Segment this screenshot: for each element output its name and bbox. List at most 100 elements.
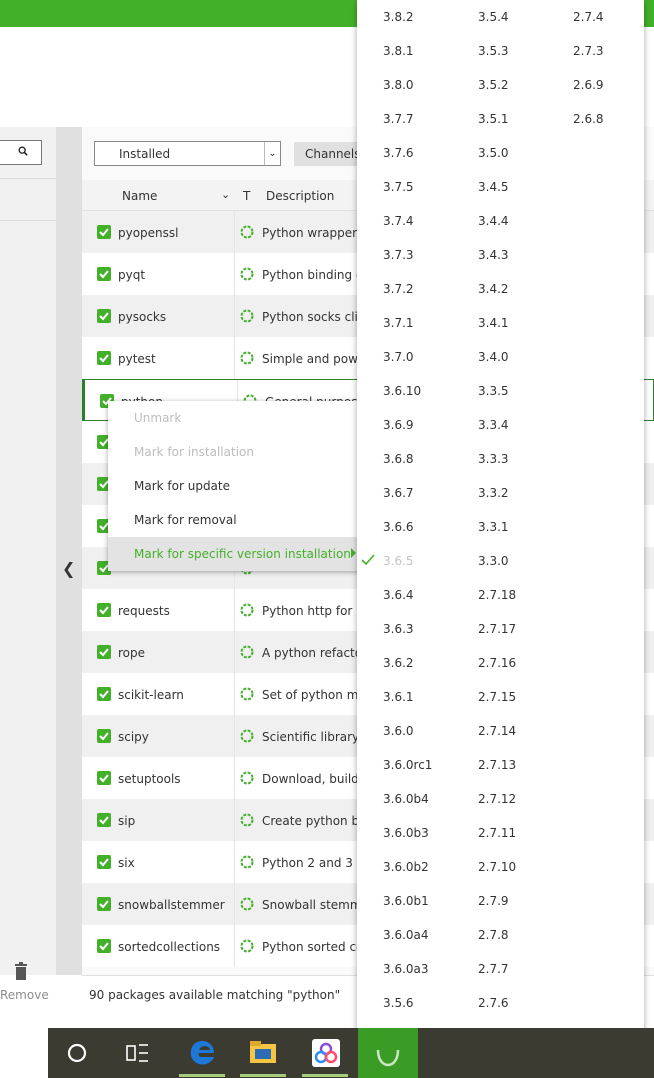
- column-header-type[interactable]: T: [243, 189, 250, 203]
- installed-checkbox[interactable]: [97, 939, 111, 953]
- version-option[interactable]: 3.3.1: [478, 520, 509, 534]
- version-option[interactable]: 3.8.0: [383, 78, 414, 92]
- version-option[interactable]: 2.7.11: [478, 826, 516, 840]
- version-option[interactable]: 2.7.6: [478, 996, 509, 1010]
- column-header-name[interactable]: Name: [122, 189, 157, 203]
- version-option[interactable]: 2.6.8: [573, 112, 604, 126]
- version-option[interactable]: 2.7.17: [478, 622, 516, 636]
- installed-checkbox[interactable]: [97, 897, 111, 911]
- version-option[interactable]: 2.7.15: [478, 690, 516, 704]
- installed-checkbox[interactable]: [97, 813, 111, 827]
- version-option[interactable]: 3.6.3: [383, 622, 414, 636]
- version-option[interactable]: 3.6.0b4: [383, 792, 429, 806]
- version-option[interactable]: 2.7.13: [478, 758, 516, 772]
- version-option[interactable]: 3.8.2: [383, 10, 414, 24]
- version-option[interactable]: 3.4.2: [478, 282, 509, 296]
- version-option[interactable]: 2.7.14: [478, 724, 516, 738]
- installed-checkbox[interactable]: [97, 603, 111, 617]
- version-option[interactable]: 3.4.1: [478, 316, 509, 330]
- version-option[interactable]: 3.8.1: [383, 44, 414, 58]
- version-option[interactable]: 3.6.2: [383, 656, 414, 670]
- version-option[interactable]: 3.6.0rc1: [383, 758, 432, 772]
- anaconda-icon[interactable]: [375, 1048, 401, 1068]
- installed-checkbox[interactable]: [97, 687, 111, 701]
- version-option[interactable]: 3.6.0b3: [383, 826, 429, 840]
- version-option[interactable]: 2.7.3: [573, 44, 604, 58]
- version-option[interactable]: 3.6.0: [383, 724, 414, 738]
- version-option[interactable]: 3.5.2: [478, 78, 509, 92]
- package-filter-select[interactable]: Installed ⌄: [94, 141, 281, 166]
- version-option[interactable]: 2.6.9: [573, 78, 604, 92]
- version-option[interactable]: 3.7.4: [383, 214, 414, 228]
- version-option[interactable]: 3.6.10: [383, 384, 421, 398]
- version-option[interactable]: 3.5.1: [478, 112, 509, 126]
- version-option[interactable]: 3.7.7: [383, 112, 414, 126]
- menu-item-mark-for-specific-version[interactable]: Mark for specific version installation: [108, 537, 370, 571]
- version-option[interactable]: 2.7.16: [478, 656, 516, 670]
- version-option[interactable]: 2.7.12: [478, 792, 516, 806]
- version-option[interactable]: 2.7.7: [478, 962, 509, 976]
- sort-chevron-icon[interactable]: ⌄: [221, 188, 230, 201]
- version-option[interactable]: 3.6.1: [383, 690, 414, 704]
- version-option[interactable]: 3.6.4: [383, 588, 414, 602]
- version-option[interactable]: 3.5.0: [478, 146, 509, 160]
- version-option[interactable]: 2.7.4: [573, 10, 604, 24]
- version-option[interactable]: 3.7.1: [383, 316, 414, 330]
- trash-icon[interactable]: [13, 962, 29, 980]
- column-header-description[interactable]: Description: [266, 189, 334, 203]
- version-option[interactable]: 3.4.4: [478, 214, 509, 228]
- cortana-icon[interactable]: [66, 1042, 88, 1064]
- version-option[interactable]: 3.6.0b2: [383, 860, 429, 874]
- file-explorer-icon[interactable]: [249, 1040, 277, 1064]
- version-option[interactable]: 3.7.2: [383, 282, 414, 296]
- version-option[interactable]: 3.3.5: [478, 384, 509, 398]
- version-option[interactable]: 2.7.10: [478, 860, 516, 874]
- version-option[interactable]: 3.6.0b1: [383, 894, 429, 908]
- menu-item-unmark[interactable]: Unmark: [108, 401, 370, 435]
- chevron-down-icon[interactable]: ⌄: [264, 142, 280, 165]
- app-icon[interactable]: [311, 1038, 341, 1068]
- version-option[interactable]: 3.6.6: [383, 520, 414, 534]
- version-option[interactable]: 3.6.9: [383, 418, 414, 432]
- installed-checkbox[interactable]: [97, 855, 111, 869]
- version-option[interactable]: 3.6.0a3: [383, 962, 429, 976]
- version-option[interactable]: 2.7.8: [478, 928, 509, 942]
- edge-icon[interactable]: [189, 1039, 215, 1067]
- task-view-icon[interactable]: [126, 1042, 150, 1064]
- version-option[interactable]: 3.5.3: [478, 44, 509, 58]
- channels-button[interactable]: Channels: [294, 142, 364, 166]
- installed-checkbox[interactable]: [97, 309, 111, 323]
- version-option[interactable]: 3.3.4: [478, 418, 509, 432]
- installed-checkbox[interactable]: [97, 225, 111, 239]
- version-option[interactable]: 3.3.3: [478, 452, 509, 466]
- installed-checkbox[interactable]: [97, 645, 111, 659]
- version-option[interactable]: 3.4.5: [478, 180, 509, 194]
- version-option[interactable]: 3.5.6: [383, 996, 414, 1010]
- installed-checkbox[interactable]: [97, 267, 111, 281]
- remove-environment-button[interactable]: Remove: [0, 988, 49, 1002]
- installed-checkbox[interactable]: [97, 351, 111, 365]
- version-option[interactable]: 3.7.6: [383, 146, 414, 160]
- version-option[interactable]: 2.7.9: [478, 894, 509, 908]
- version-option[interactable]: 3.6.0a4: [383, 928, 429, 942]
- version-option[interactable]: 2.7.18: [478, 588, 516, 602]
- search-icon[interactable]: [18, 146, 28, 156]
- menu-item-mark-for-installation[interactable]: Mark for installation: [108, 435, 370, 469]
- menu-item-mark-for-removal[interactable]: Mark for removal: [108, 503, 370, 537]
- taskbar-start-area[interactable]: [0, 1028, 48, 1078]
- installed-checkbox[interactable]: [97, 771, 111, 785]
- environment-search-input[interactable]: [0, 140, 42, 165]
- version-option[interactable]: 3.7.5: [383, 180, 414, 194]
- chevron-left-icon[interactable]: ❮: [62, 559, 75, 578]
- version-option[interactable]: 3.6.7: [383, 486, 414, 500]
- version-option[interactable]: 3.5.4: [478, 10, 509, 24]
- version-option[interactable]: 3.6.5: [383, 554, 414, 568]
- version-option[interactable]: 3.7.3: [383, 248, 414, 262]
- version-option[interactable]: 3.3.0: [478, 554, 509, 568]
- version-option[interactable]: 3.4.3: [478, 248, 509, 262]
- version-option[interactable]: 3.3.2: [478, 486, 509, 500]
- version-option[interactable]: 3.7.0: [383, 350, 414, 364]
- installed-checkbox[interactable]: [97, 729, 111, 743]
- collapse-panel-bar[interactable]: [56, 127, 82, 975]
- version-option[interactable]: 3.6.8: [383, 452, 414, 466]
